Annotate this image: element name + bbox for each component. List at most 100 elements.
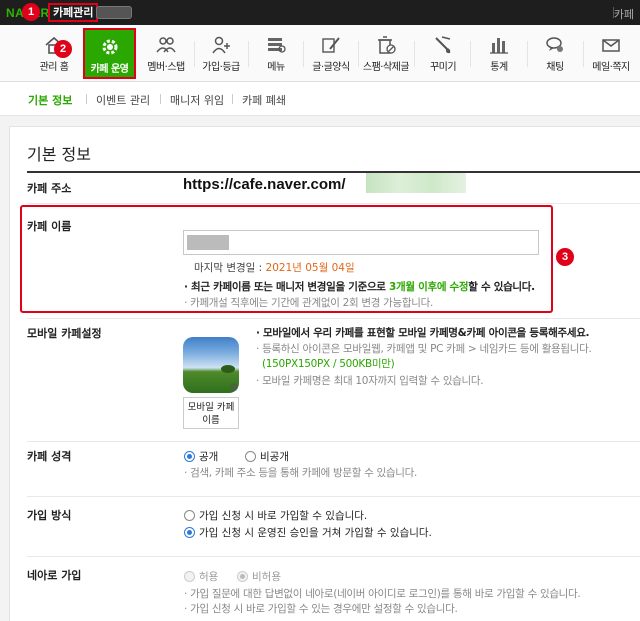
highlight-box-cafe-name (20, 205, 553, 313)
radio-allow-label[interactable]: 허용 (199, 569, 218, 584)
menu-member-staff[interactable]: 멤버·스탭 (140, 25, 192, 82)
radio-private-label[interactable]: 비공개 (260, 449, 289, 464)
menu-admin-home[interactable]: 관리 홈 (28, 25, 80, 82)
join-method-label: 가입 방식 (27, 509, 72, 522)
radio-deny-label[interactable]: 비허용 (252, 569, 281, 584)
cafe-manage-link[interactable]: 카페관리 (48, 3, 99, 22)
radio-join-direct-label[interactable]: 가입 신청 시 바로 가입할 수 있습니다. (199, 508, 367, 523)
menu-join-grade[interactable]: 가입·등급 (195, 25, 247, 82)
naver-join-note-2: · 가입 신청 시 바로 가입할 수 있는 경우에만 설정할 수 있습니다. (184, 603, 458, 615)
mobile-desc-3: (150PX150PX / 500KB미만) (262, 358, 395, 370)
trash-icon (378, 36, 396, 54)
menu-mail-note[interactable]: 메일·쪽지 (585, 25, 637, 82)
cafe-url: https://cafe.naver.com/ (183, 176, 346, 193)
content-area: 기본 정보 카페 주소 https://cafe.naver.com/ 카페 이… (0, 116, 640, 621)
menu-label: 가입·등급 (202, 62, 240, 73)
divider (527, 41, 528, 67)
divider (414, 41, 415, 67)
menu-spam-deleted[interactable]: 스팸·삭제글 (360, 25, 412, 82)
cafe-character-label: 카페 성격 (27, 450, 72, 463)
radio-join-approval[interactable] (184, 527, 195, 538)
menu-label: 관리 홈 (39, 62, 69, 73)
tree-shape (221, 365, 235, 373)
menu-list-icon (268, 38, 286, 53)
naver-join-note-1: · 가입 질문에 대한 답변없이 네아로(네이버 아이디로 로그인)를 통해 바… (184, 588, 581, 600)
members-icon (156, 37, 176, 53)
page-title: 기본 정보 (27, 145, 91, 164)
naver-login-join-label: 네아로 가입 (27, 569, 82, 582)
naver-join-note-1-text: 가입 질문에 대한 답변없이 네아로(네이버 아이디로 로그인)를 통해 바로 … (190, 588, 581, 600)
tab-cafe-close[interactable]: 카페 폐쇄 (242, 92, 286, 108)
menu-decorate[interactable]: 꾸미기 (417, 25, 469, 82)
user-add-icon (212, 36, 230, 54)
gear-icon (102, 39, 117, 55)
radio-public-label[interactable]: 공개 (199, 449, 218, 464)
tab-manager-delegate[interactable]: 매니저 위임 (170, 92, 224, 108)
menu-label: 채팅 (546, 62, 564, 73)
cafe-address-label: 카페 주소 (27, 182, 72, 195)
menu-label: 메뉴 (267, 62, 285, 73)
mobile-desc-1-text: 모바일에서 우리 카페를 표현할 모바일 카페명&카페 아이콘을 등록해주세요. (263, 327, 590, 339)
step-badge-3: 3 (556, 248, 574, 266)
mobile-desc-1: · 모바일에서 우리 카페를 표현할 모바일 카페명&카페 아이콘을 등록해주세… (256, 327, 590, 339)
menu-label: 스팸·삭제글 (362, 62, 410, 73)
radio-deny[interactable] (237, 571, 248, 582)
radio-private[interactable] (245, 451, 256, 462)
top-bar: NAVER 카페관리 카페 (0, 0, 640, 25)
menu-statistics[interactable]: 통계 (473, 25, 525, 82)
radio-public[interactable] (184, 451, 195, 462)
divider (27, 318, 640, 319)
character-note-text: 검색, 카페 주소 등을 통해 카페에 방문할 수 있습니다. (190, 467, 418, 479)
topbar-cafe-link[interactable]: 카페 (614, 6, 634, 22)
mobile-setting-label: 모바일 카페설정 (27, 327, 102, 340)
divider (248, 41, 249, 67)
menu-label: 메일·쪽지 (592, 62, 630, 73)
tab-basic-info[interactable]: 기본 정보 (28, 92, 72, 108)
radio-join-direct[interactable] (184, 510, 195, 521)
cafe-url-redacted (366, 173, 466, 193)
menu-cafe-operation[interactable]: 카페 운영 (83, 28, 136, 79)
mobile-desc-2: · 등록하신 아이콘은 모바일웹, 카페앱 및 PC 카페 > 네임카드 등에 … (256, 343, 592, 355)
pencil-icon (322, 37, 340, 53)
menu-label: 카페 운영 (90, 64, 129, 75)
step-badge-1: 1 (22, 3, 40, 21)
menu-chatting[interactable]: 채팅 (529, 25, 581, 82)
divider (86, 94, 87, 104)
divider (583, 41, 584, 67)
radio-join-approval-label[interactable]: 가입 신청 시 운영진 승인을 거쳐 가입할 수 있습니다. (199, 525, 432, 540)
divider (232, 94, 233, 104)
menu-label: 멤버·스탭 (147, 62, 185, 73)
cafe-name-redacted (96, 6, 132, 19)
divider (27, 556, 640, 557)
character-note: · 검색, 카페 주소 등을 통해 카페에 방문할 수 있습니다. (184, 467, 418, 479)
title-underline (27, 171, 640, 173)
menu-posts[interactable]: 글·글양식 (305, 25, 357, 82)
divider (27, 496, 640, 497)
mobile-desc-4: · 모바일 카페명은 최대 10자까지 입력할 수 있습니다. (256, 375, 484, 387)
bar-chart-icon (490, 38, 508, 54)
step-badge-2: 2 (54, 40, 72, 58)
divider (470, 41, 471, 67)
mail-icon (602, 39, 620, 52)
menu-menus[interactable]: 메뉴 (250, 25, 302, 82)
naver-join-note-2-text: 가입 신청 시 바로 가입할 수 있는 경우에만 설정할 수 있습니다. (190, 603, 458, 615)
admin-menu-bar: 관리 홈 카페 운영 멤버·스탭 가입·등급 메뉴 글·글양식 스팸·삭제글 꾸… (0, 25, 640, 82)
sub-tabs: 기본 정보 이벤트 관리 매니저 위임 카페 폐쇄 (0, 82, 640, 116)
menu-label: 글·글양식 (312, 62, 350, 73)
divider (303, 41, 304, 67)
brush-icon (435, 36, 451, 54)
divider (27, 203, 640, 204)
mobile-cafe-name-box[interactable]: 모바일 카페 이름 (183, 397, 239, 429)
mobile-desc-4-text: 모바일 카페명은 최대 10자까지 입력할 수 있습니다. (262, 375, 484, 387)
mobile-desc-2-text: 등록하신 아이콘은 모바일웹, 카페앱 및 PC 카페 > 네임카드 등에 활용… (262, 343, 592, 355)
divider (160, 94, 161, 104)
basic-info-panel: 기본 정보 카페 주소 https://cafe.naver.com/ 카페 이… (9, 126, 640, 621)
radio-allow[interactable] (184, 571, 195, 582)
divider (358, 41, 359, 67)
menu-label: 꾸미기 (429, 62, 457, 73)
menu-label: 통계 (490, 62, 508, 73)
tab-event-manage[interactable]: 이벤트 관리 (96, 92, 150, 108)
divider (27, 441, 640, 442)
gear-icon[interactable]: ⚙ (229, 381, 239, 394)
chat-icon (546, 37, 563, 52)
